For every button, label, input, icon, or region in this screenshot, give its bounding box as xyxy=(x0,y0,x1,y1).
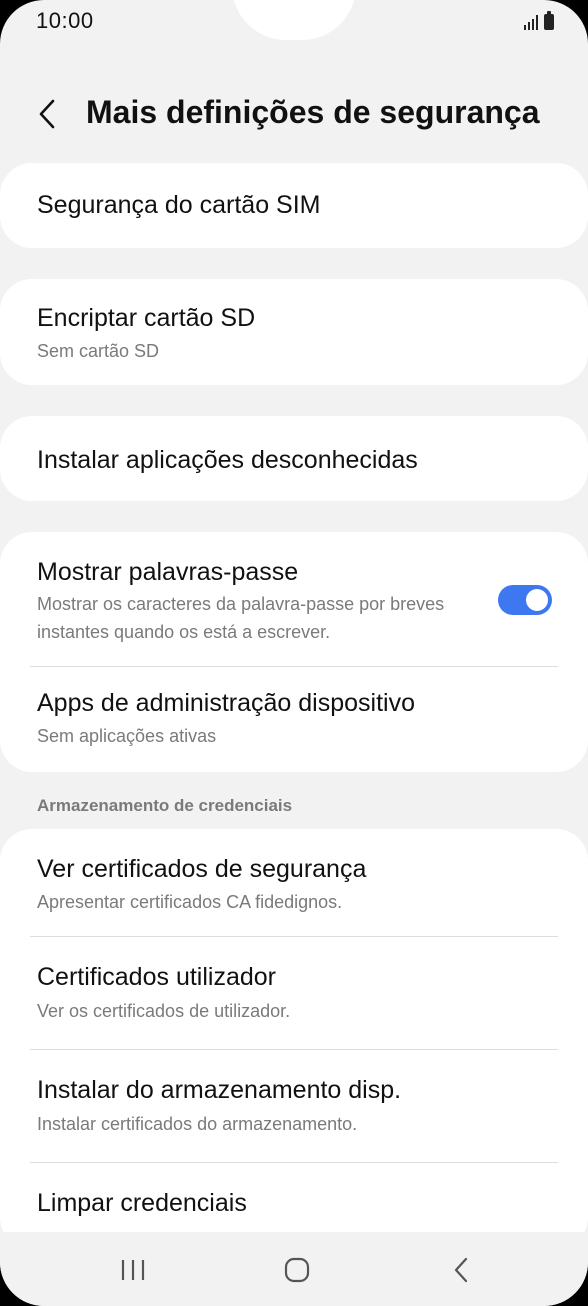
view-certs-item[interactable]: Ver certificados de segurança Apresentar… xyxy=(0,829,588,936)
chevron-left-icon xyxy=(39,99,55,129)
show-passwords-subtitle: Mostrar os caracteres da palavra-passe p… xyxy=(37,594,445,642)
user-certs-title: Certificados utilizador xyxy=(37,963,276,991)
status-time: 10:00 xyxy=(36,8,94,33)
show-passwords-title: Mostrar palavras-passe xyxy=(37,558,299,586)
card-passwords-admin: Mostrar palavras-passe Mostrar os caract… xyxy=(0,532,588,772)
section-header-credentials: Armazenamento de credenciais xyxy=(37,796,293,815)
card-credentials: Ver certificados de segurança Apresentar… xyxy=(0,829,588,1249)
device-admin-title: Apps de administração dispositivo xyxy=(37,689,415,717)
view-certs-subtitle: Apresentar certificados CA fidedignos. xyxy=(37,892,343,912)
device-admin-subtitle: Sem aplicações ativas xyxy=(37,726,217,746)
install-storage-item[interactable]: Instalar do armazenamento disp. Instalar… xyxy=(0,1050,588,1162)
encrypt-sd-title: Encriptar cartão SD xyxy=(37,304,256,332)
back-button[interactable] xyxy=(30,92,64,136)
home-button[interactable] xyxy=(272,1250,322,1290)
recents-icon xyxy=(121,1260,145,1280)
show-passwords-toggle[interactable] xyxy=(498,585,552,615)
signal-bars-icon xyxy=(524,14,538,30)
install-storage-subtitle: Instalar certificados do armazenamento. xyxy=(37,1114,358,1134)
sim-security-title: Segurança do cartão SIM xyxy=(37,191,321,219)
recents-button[interactable] xyxy=(108,1250,158,1290)
sim-security-item[interactable]: Segurança do cartão SIM xyxy=(0,163,588,248)
device-admin-item[interactable]: Apps de administração dispositivo Sem ap… xyxy=(0,667,588,772)
view-certs-title: Ver certificados de segurança xyxy=(37,855,367,883)
status-bar: 10:00 xyxy=(0,0,588,44)
clear-credentials-title: Limpar credenciais xyxy=(37,1189,247,1217)
camera-notch xyxy=(232,0,356,40)
toggle-knob xyxy=(526,589,548,611)
home-icon xyxy=(284,1257,310,1283)
app-header: Mais definições de segurança xyxy=(0,84,588,144)
user-certs-item[interactable]: Certificados utilizador Ver os certifica… xyxy=(0,937,588,1049)
card-unknown-apps: Instalar aplicações desconhecidas xyxy=(0,416,588,501)
user-certs-subtitle: Ver os certificados de utilizador. xyxy=(37,1001,291,1021)
navigation-bar xyxy=(0,1232,588,1306)
page-title: Mais definições de segurança xyxy=(86,94,540,130)
phone-screen: 10:00 Mais definições de segurança Segur… xyxy=(0,0,588,1306)
status-icons xyxy=(524,11,554,30)
unknown-apps-title: Instalar aplicações desconhecidas xyxy=(37,446,418,474)
back-icon xyxy=(454,1257,468,1283)
unknown-apps-item[interactable]: Instalar aplicações desconhecidas xyxy=(0,416,588,501)
card-encrypt-sd: Encriptar cartão SD Sem cartão SD xyxy=(0,279,588,385)
encrypt-sd-subtitle: Sem cartão SD xyxy=(37,341,160,361)
card-sim-security: Segurança do cartão SIM xyxy=(0,163,588,248)
encrypt-sd-item[interactable]: Encriptar cartão SD Sem cartão SD xyxy=(0,279,588,385)
battery-icon xyxy=(544,11,554,30)
install-storage-title: Instalar do armazenamento disp. xyxy=(37,1076,402,1104)
nav-back-button[interactable] xyxy=(436,1250,486,1290)
